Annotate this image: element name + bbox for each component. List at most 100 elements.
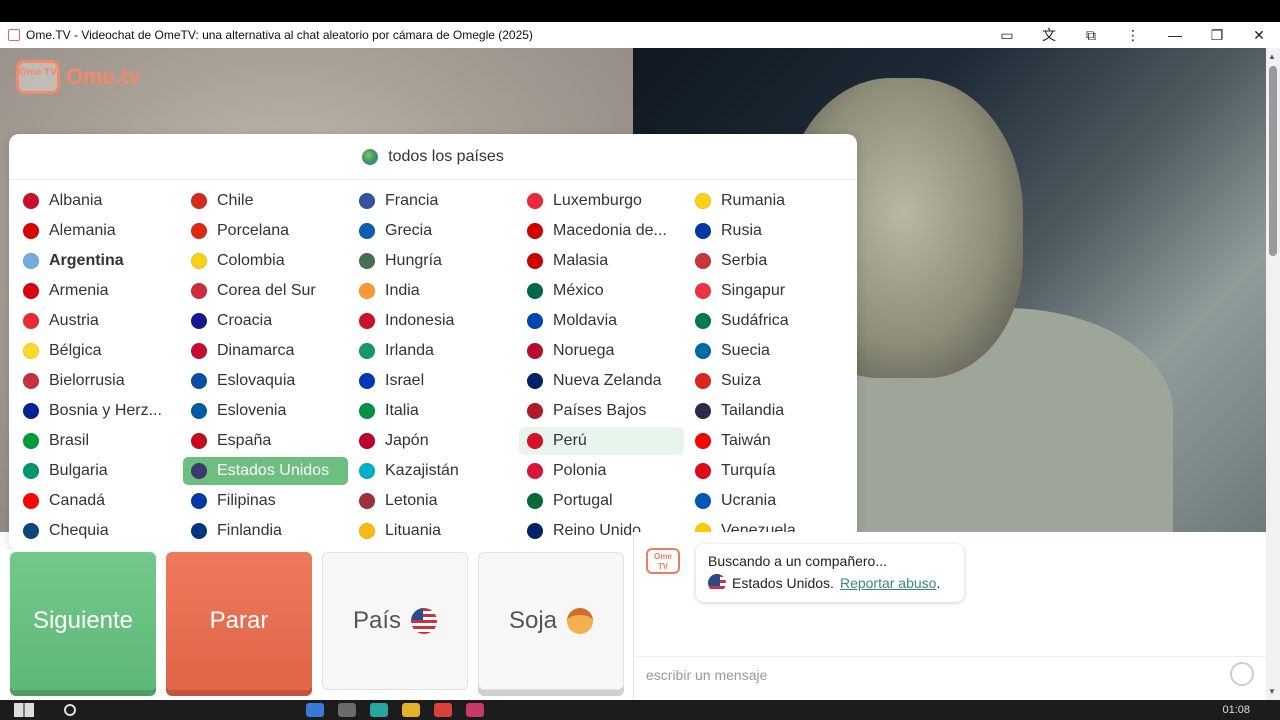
extensions-icon[interactable]: ⧉ xyxy=(1070,22,1112,48)
country-flag-icon xyxy=(191,403,207,419)
country-option[interactable]: Croacia xyxy=(183,307,348,335)
country-flag-icon xyxy=(191,193,207,209)
country-option[interactable]: Indonesia xyxy=(351,307,516,335)
country-flag-icon xyxy=(191,433,207,449)
country-option[interactable]: Suiza xyxy=(687,367,852,395)
country-option[interactable]: Japón xyxy=(351,427,516,455)
country-option[interactable]: Taiwán xyxy=(687,427,852,455)
country-flag-icon xyxy=(695,493,711,509)
country-option[interactable]: Porcelana xyxy=(183,217,348,245)
message-input[interactable]: escribir un mensaje xyxy=(634,656,1266,692)
country-option[interactable]: Israel xyxy=(351,367,516,395)
country-option[interactable]: Canadá xyxy=(15,487,180,515)
taskbar-app-icon[interactable] xyxy=(466,703,484,717)
country-option[interactable]: Luxemburgo xyxy=(519,187,684,215)
country-option[interactable]: Suecia xyxy=(687,337,852,365)
top-black-bar xyxy=(0,0,1280,22)
close-button[interactable]: ✕ xyxy=(1238,22,1280,48)
country-option[interactable]: Austria xyxy=(15,307,180,335)
country-option[interactable]: Perú xyxy=(519,427,684,455)
country-option[interactable]: India xyxy=(351,277,516,305)
country-flag-icon xyxy=(359,373,375,389)
country-option[interactable]: México xyxy=(519,277,684,305)
country-flag-icon xyxy=(23,433,39,449)
report-abuse-link[interactable]: Reportar abuso xyxy=(840,575,937,591)
country-option[interactable]: Singapur xyxy=(687,277,852,305)
stop-button[interactable]: Parar xyxy=(166,552,312,690)
country-label: Serbia xyxy=(721,252,768,269)
scrollbar-thumb[interactable] xyxy=(1269,66,1277,256)
country-option[interactable]: Finlandia xyxy=(183,517,348,545)
country-option[interactable]: Noruega xyxy=(519,337,684,365)
taskbar-app-icon[interactable] xyxy=(338,703,356,717)
vertical-scrollbar[interactable]: ▲ ▼ xyxy=(1266,48,1280,700)
minimize-button[interactable]: — xyxy=(1154,22,1196,48)
country-flag-icon xyxy=(23,403,39,419)
country-option[interactable]: Serbia xyxy=(687,247,852,275)
country-button[interactable]: País xyxy=(322,552,468,690)
country-option[interactable]: Filipinas xyxy=(183,487,348,515)
taskbar-app-icon[interactable] xyxy=(370,703,388,717)
country-option[interactable]: Corea del Sur xyxy=(183,277,348,305)
country-option[interactable]: Eslovenia xyxy=(183,397,348,425)
country-option[interactable]: Bulgaria xyxy=(15,457,180,485)
country-flag-icon xyxy=(359,253,375,269)
camera-icon[interactable]: ▭ xyxy=(986,22,1028,48)
menu-icon[interactable]: ⋮ xyxy=(1112,22,1154,48)
all-countries-option[interactable]: todos los países xyxy=(9,134,857,180)
scroll-down-icon[interactable]: ▼ xyxy=(1268,687,1276,696)
taskbar-app-icon[interactable] xyxy=(434,703,452,717)
country-option[interactable]: Bielorrusia xyxy=(15,367,180,395)
country-option[interactable]: Portugal xyxy=(519,487,684,515)
country-option[interactable]: Letonia xyxy=(351,487,516,515)
country-option[interactable]: Kazajistán xyxy=(351,457,516,485)
country-option[interactable]: Bosnia y Herz... xyxy=(15,397,180,425)
country-option[interactable]: Francia xyxy=(351,187,516,215)
taskbar-app-icon[interactable] xyxy=(402,703,420,717)
country-option[interactable]: Argentina xyxy=(15,247,180,275)
country-option[interactable]: Hungría xyxy=(351,247,516,275)
control-buttons: Siguiente Parar País Soja xyxy=(0,550,633,700)
search-icon[interactable] xyxy=(64,704,76,716)
country-option[interactable]: Polonia xyxy=(519,457,684,485)
taskbar-app-icon[interactable] xyxy=(306,703,324,717)
country-option[interactable]: Nueva Zelanda xyxy=(519,367,684,395)
country-option[interactable]: Grecia xyxy=(351,217,516,245)
emoji-icon[interactable] xyxy=(1230,662,1254,686)
country-option[interactable]: Estados Unidos xyxy=(183,457,348,485)
country-option[interactable]: Albania xyxy=(15,187,180,215)
translate-icon[interactable]: 文 xyxy=(1028,22,1070,48)
country-option[interactable]: Dinamarca xyxy=(183,337,348,365)
country-option[interactable]: Rumania xyxy=(687,187,852,215)
country-option[interactable]: Italia xyxy=(351,397,516,425)
next-button[interactable]: Siguiente xyxy=(10,552,156,690)
gender-button[interactable]: Soja xyxy=(478,552,624,690)
message-placeholder: escribir un mensaje xyxy=(646,666,768,683)
country-option[interactable]: Lituania xyxy=(351,517,516,545)
restore-button[interactable]: ❐ xyxy=(1196,22,1238,48)
country-option[interactable]: Ucrania xyxy=(687,487,852,515)
windows-start-icon[interactable] xyxy=(14,703,34,717)
country-option[interactable]: Bélgica xyxy=(15,337,180,365)
country-option[interactable]: Malasia xyxy=(519,247,684,275)
country-option[interactable]: Irlanda xyxy=(351,337,516,365)
country-option[interactable]: Sudáfrica xyxy=(687,307,852,335)
country-option[interactable]: Moldavia xyxy=(519,307,684,335)
country-option[interactable]: Colombia xyxy=(183,247,348,275)
country-option[interactable]: Chequia xyxy=(15,517,180,545)
country-option[interactable]: Armenia xyxy=(15,277,180,305)
country-option[interactable]: Brasil xyxy=(15,427,180,455)
country-option[interactable]: Chile xyxy=(183,187,348,215)
ometv-avatar-icon: Ome TV xyxy=(646,548,680,574)
country-option[interactable]: Macedonia de... xyxy=(519,217,684,245)
country-label: Eslovaquia xyxy=(217,372,296,389)
country-option[interactable]: Eslovaquia xyxy=(183,367,348,395)
ometv-logo: Ome TV Ome.tv xyxy=(16,60,141,94)
country-option[interactable]: Turquía xyxy=(687,457,852,485)
country-option[interactable]: Tailandia xyxy=(687,397,852,425)
country-option[interactable]: Alemania xyxy=(15,217,180,245)
country-option[interactable]: Rusia xyxy=(687,217,852,245)
scroll-up-icon[interactable]: ▲ xyxy=(1268,52,1276,61)
country-option[interactable]: Países Bajos xyxy=(519,397,684,425)
country-option[interactable]: España xyxy=(183,427,348,455)
